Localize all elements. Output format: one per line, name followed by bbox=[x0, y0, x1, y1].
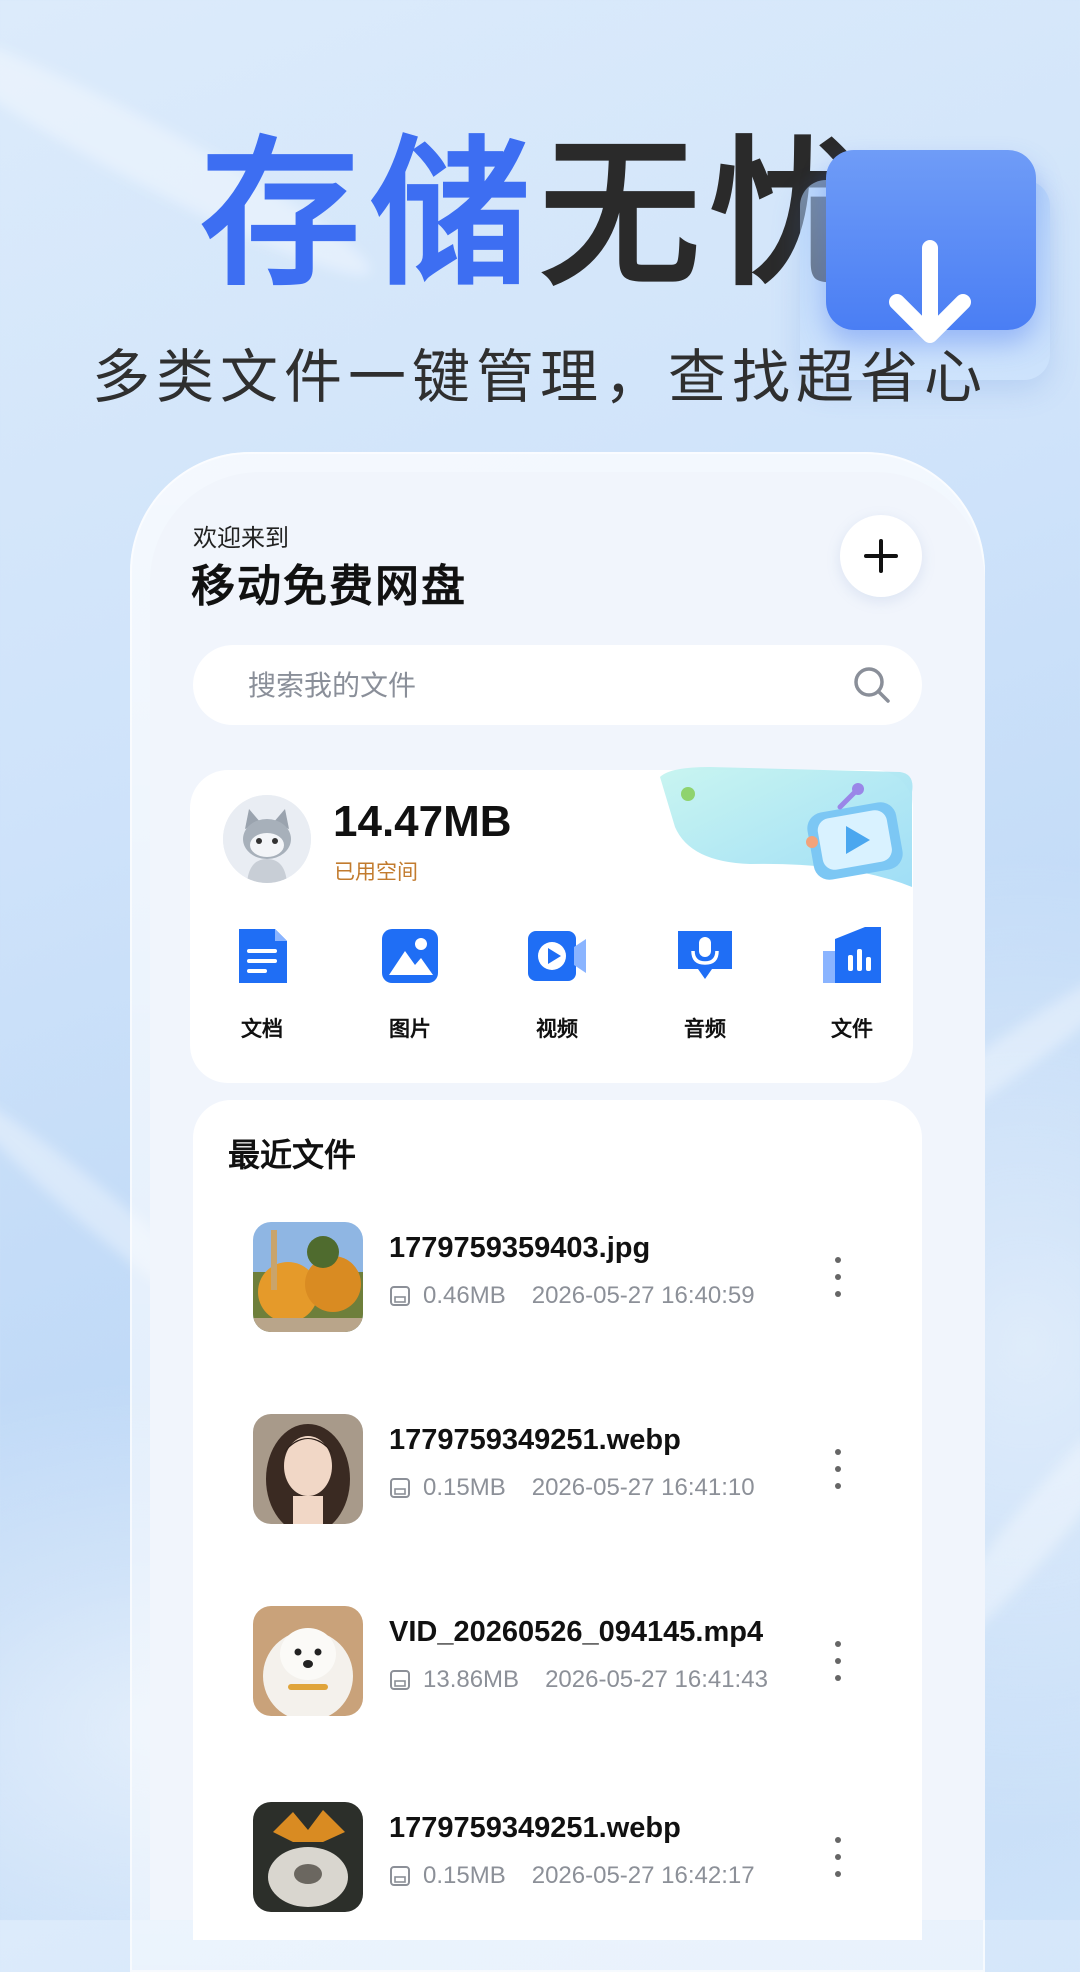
category-videos[interactable]: 视频 bbox=[507, 925, 607, 1043]
file-size: 0.46MB bbox=[423, 1282, 506, 1309]
used-storage-label: 已用空间 bbox=[334, 860, 418, 884]
disk-icon bbox=[390, 1478, 410, 1498]
hero-subtitle: 多类文件一键管理，查找超省心 bbox=[91, 343, 988, 411]
category-documents[interactable]: 文档 bbox=[212, 925, 312, 1043]
file-name: 1779759359403.jpg bbox=[389, 1232, 651, 1264]
add-button[interactable] bbox=[840, 515, 922, 597]
file-meta: 0.46MB 2026-05-27 16:40:59 bbox=[389, 1282, 755, 1310]
file-thumbnail bbox=[253, 1802, 363, 1912]
file-row[interactable]: VID_20260526_094145.mp4 13.86MB 2026-05-… bbox=[253, 1606, 893, 1716]
app-name: 移动免费网盘 bbox=[191, 561, 467, 612]
file-meta: 13.86MB 2026-05-27 16:41:43 bbox=[389, 1666, 768, 1694]
more-options-icon[interactable] bbox=[828, 1837, 848, 1877]
audio-icon bbox=[678, 931, 732, 979]
category-label: 视频 bbox=[536, 1017, 578, 1041]
hero-title-blue: 存储 bbox=[199, 121, 540, 308]
category-images[interactable]: 图片 bbox=[360, 925, 460, 1043]
category-label: 图片 bbox=[389, 1017, 431, 1041]
disk-icon bbox=[390, 1866, 410, 1886]
more-options-icon[interactable] bbox=[828, 1257, 848, 1297]
category-audio[interactable]: 音频 bbox=[655, 925, 755, 1043]
category-label: 音频 bbox=[684, 1017, 726, 1041]
file-time: 2026-05-27 16:40:59 bbox=[531, 1282, 755, 1309]
file-thumbnail bbox=[253, 1414, 363, 1524]
tv-play-illustration bbox=[660, 767, 913, 887]
file-time: 2026-05-27 16:41:10 bbox=[531, 1474, 755, 1501]
file-name: 1779759349251.webp bbox=[389, 1812, 681, 1844]
file-name: VID_20260526_094145.mp4 bbox=[389, 1616, 764, 1648]
file-time: 2026-05-27 16:41:43 bbox=[545, 1666, 768, 1693]
file-meta: 0.15MB 2026-05-27 16:42:17 bbox=[389, 1862, 755, 1890]
category-label: 文件 bbox=[831, 1017, 873, 1041]
category-label: 文档 bbox=[241, 1017, 283, 1041]
user-avatar[interactable] bbox=[223, 795, 311, 883]
file-meta: 0.15MB 2026-05-27 16:41:10 bbox=[389, 1474, 755, 1502]
more-options-icon[interactable] bbox=[828, 1641, 848, 1681]
more-options-icon[interactable] bbox=[828, 1449, 848, 1489]
image-icon bbox=[382, 929, 438, 983]
search-bar[interactable] bbox=[193, 645, 922, 725]
file-size: 0.15MB bbox=[423, 1862, 506, 1889]
search-input[interactable] bbox=[246, 667, 810, 703]
disk-icon bbox=[390, 1670, 410, 1690]
file-row[interactable]: 1779759349251.webp 0.15MB 2026-05-27 16:… bbox=[253, 1802, 893, 1912]
document-icon bbox=[239, 929, 287, 983]
file-row[interactable]: 1779759359403.jpg 0.46MB 2026-05-27 16:4… bbox=[253, 1222, 893, 1332]
file-row[interactable]: 1779759349251.webp 0.15MB 2026-05-27 16:… bbox=[253, 1414, 893, 1524]
disk-icon bbox=[390, 1286, 410, 1306]
recent-files-title: 最近文件 bbox=[228, 1136, 357, 1174]
category-files[interactable]: 文件 bbox=[802, 925, 902, 1043]
file-size: 13.86MB bbox=[423, 1666, 520, 1693]
video-icon bbox=[528, 931, 586, 981]
file-size: 0.15MB bbox=[423, 1474, 506, 1501]
file-name: 1779759349251.webp bbox=[389, 1424, 681, 1456]
file-time: 2026-05-27 16:42:17 bbox=[531, 1862, 755, 1889]
search-icon[interactable] bbox=[852, 665, 892, 705]
file-thumbnail bbox=[253, 1222, 363, 1332]
file-icon bbox=[823, 927, 881, 983]
file-thumbnail bbox=[253, 1606, 363, 1716]
welcome-text: 欢迎来到 bbox=[193, 524, 289, 552]
used-storage-value: 14.47MB bbox=[333, 797, 512, 846]
plus-icon bbox=[864, 539, 898, 573]
